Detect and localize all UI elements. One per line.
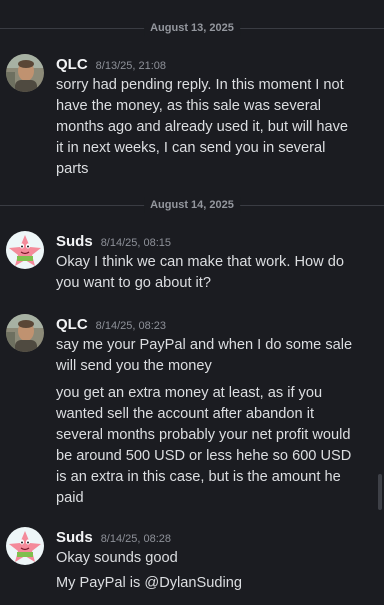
message-text: say me your PayPal and when I do some sa… [56,337,353,374]
author-name[interactable]: QLC [56,56,88,73]
chat-log: August 13, 2025 QLC 8/13/25, 21:08 sorry … [0,0,384,605]
message-text: Okay sounds good [56,550,178,566]
date-divider-label: August 14, 2025 [144,197,240,213]
message-timestamp: 8/13/25, 21:08 [95,60,167,72]
message-header: Suds 8/14/25, 08:15 [56,231,171,251]
message-text-followup: My PayPal is @DylanSuding [56,575,242,591]
date-divider-label: August 13, 2025 [144,20,240,36]
scrollbar-thumb[interactable] [378,474,382,510]
date-divider: August 14, 2025 [0,197,384,213]
message-timestamp: 8/14/25, 08:15 [100,237,172,249]
message-text: Okay I think we can make that work. How … [56,254,344,291]
message-header: Suds 8/14/25, 08:28 [56,527,171,547]
qlc-avatar-icon[interactable] [6,314,44,352]
author-name[interactable]: QLC [56,316,88,333]
message-header: QLC 8/14/25, 08:23 [56,314,166,334]
message-text: sorry had pending reply. In this moment … [56,77,349,177]
message-text-followup: you get an extra money at least, as if y… [56,385,352,506]
message-header: QLC 8/13/25, 21:08 [56,54,166,74]
message-timestamp: 8/14/25, 08:28 [100,533,172,545]
patrick-star-avatar-icon[interactable] [6,231,44,269]
patrick-star-avatar-icon[interactable] [6,527,44,565]
author-name[interactable]: Suds [56,529,93,546]
author-name[interactable]: Suds [56,233,93,250]
message-timestamp: 8/14/25, 08:23 [95,320,167,332]
qlc-avatar-icon[interactable] [6,54,44,92]
date-divider: August 13, 2025 [0,20,384,36]
